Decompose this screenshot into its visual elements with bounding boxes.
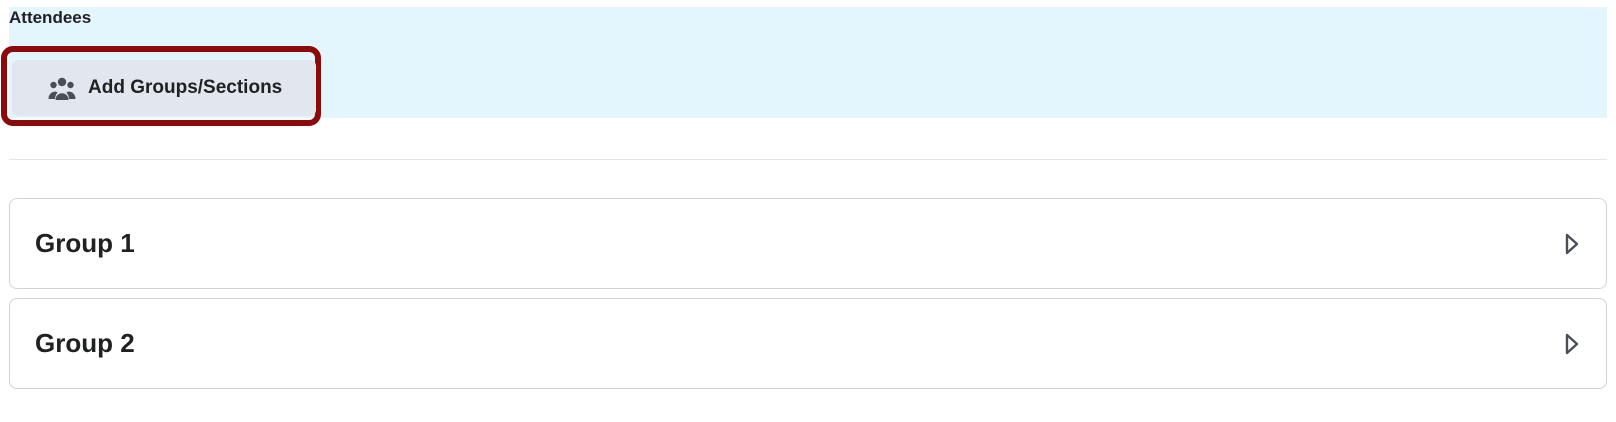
group-title: Group 1 bbox=[35, 228, 135, 258]
add-groups-sections-label: Add Groups/Sections bbox=[88, 77, 283, 98]
chevron-right-icon[interactable] bbox=[1564, 332, 1580, 356]
add-groups-sections-button[interactable]: Add Groups/Sections bbox=[12, 60, 316, 116]
group-icon bbox=[48, 75, 76, 101]
attendees-heading: Attendees bbox=[9, 8, 92, 27]
attendees-page: Attendees Add Groups/Sections Group 1 Gr… bbox=[0, 0, 1616, 422]
group-card-2[interactable]: Group 2 bbox=[9, 298, 1607, 389]
section-divider bbox=[9, 159, 1607, 160]
group-card-1[interactable]: Group 1 bbox=[9, 198, 1607, 289]
group-title: Group 2 bbox=[35, 328, 135, 358]
chevron-right-icon[interactable] bbox=[1564, 232, 1580, 256]
